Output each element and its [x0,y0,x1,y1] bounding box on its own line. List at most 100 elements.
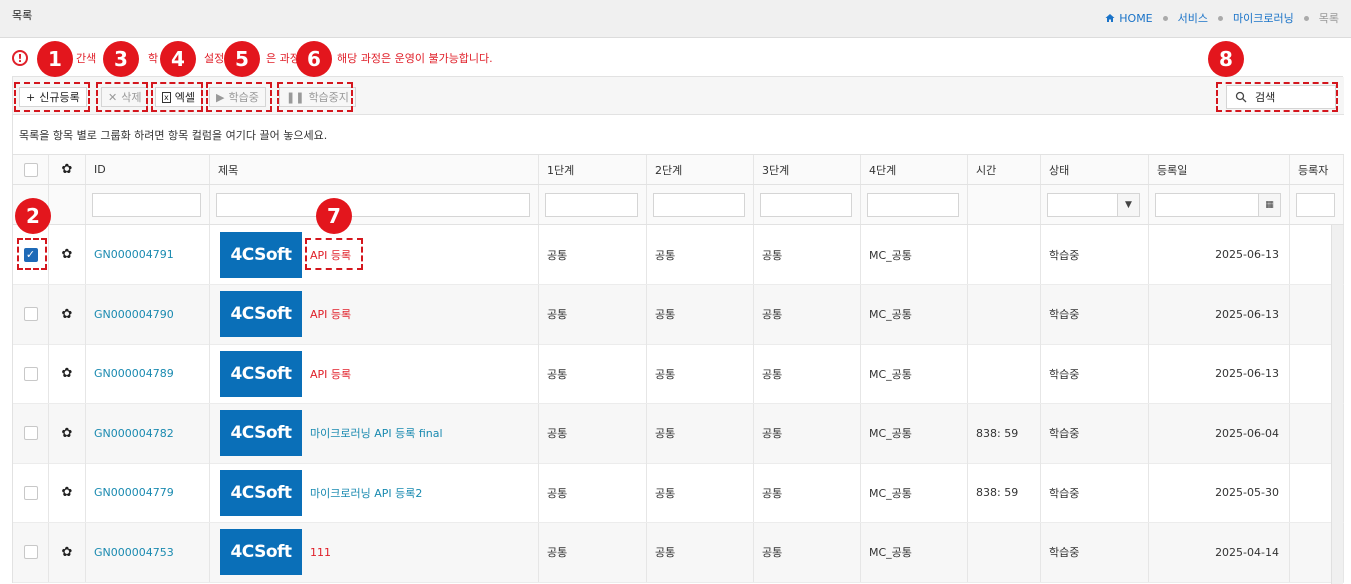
gear-icon[interactable]: ✿ [62,307,73,322]
table-row[interactable]: ✿ GN000004789 4CSoft API 등록 공통 공통 공통 MC_공통 학습중 20… [13,344,1344,404]
gear-icon[interactable]: ✿ [62,485,73,500]
thumbnail-image: 4CSoft [220,469,302,516]
row-checkbox[interactable] [23,545,38,559]
col-header-step4[interactable]: 4단계 [861,155,968,184]
marker-6: 6 [296,41,332,77]
col-header-step2[interactable]: 2단계 [647,155,754,184]
cell-status: 학습중 [1041,522,1149,582]
highlight-stop [277,82,353,112]
cell-s4: MC_공통 [861,284,968,344]
title-link[interactable]: 111 [310,546,331,559]
filter-id-input[interactable] [92,192,201,217]
table-row[interactable]: ✿ GN000004779 4CSoft 마이크로러닝 API 등록2 공통 공통 공통 MC… [13,463,1344,523]
highlight-delete [96,82,148,112]
filter-registrant-input[interactable] [1296,192,1335,217]
id-link[interactable]: GN000004789 [94,367,174,380]
col-header-status[interactable]: 상태 [1041,155,1149,184]
cell-status: 학습중 [1041,463,1149,522]
filter-step1-input[interactable] [545,192,638,217]
filter-step3 [754,185,861,224]
title-link[interactable]: 마이크로러닝 API 등록2 [310,485,422,501]
breadcrumb-microlearning[interactable]: 마이크로러닝 [1233,10,1294,26]
id-link[interactable]: GN000004790 [94,308,174,321]
row-settings-cell: ✿ [49,463,86,522]
thumbnail-image: 4CSoft [220,529,302,575]
row-select-cell [13,522,49,582]
select-all-checkbox[interactable] [23,162,38,177]
cell-date: 2025-06-13 [1149,344,1290,403]
col-header-step1[interactable]: 1단계 [539,155,647,184]
filter-step1 [539,185,647,224]
filter-step3-input[interactable] [760,192,852,217]
table-row[interactable]: ✓ ✿ GN000004791 4CSoft API 등록 공통 공통 공통 MC_공통 학습중 2… [13,225,1344,285]
gear-icon[interactable]: ✿ [62,545,73,560]
cell-date: 2025-05-30 [1149,463,1290,522]
cell-time [968,522,1041,582]
row-checkbox[interactable] [23,485,38,500]
table-row[interactable]: ✿ GN000004790 4CSoft API 등록 공통 공통 공통 MC_공통 학습중 20… [13,284,1344,345]
filter-status-select[interactable]: ▼ [1047,192,1140,217]
thumbnail-image: 4CSoft [220,350,302,397]
row-checkbox[interactable] [23,307,38,321]
cell-s4: MC_공통 [861,463,968,522]
filter-date-input[interactable]: ▦ [1155,192,1281,217]
cell-title: 4CSoft 마이크로러닝 API 등록 final [210,403,539,463]
breadcrumb-separator [1218,15,1224,21]
filter-empty [49,185,86,224]
cell-date: 2025-04-14 [1149,522,1290,582]
col-header-id[interactable]: ID [86,155,210,184]
cell-time: 838: 59 [968,403,1041,463]
breadcrumb-home[interactable]: HOME [1105,12,1153,25]
id-link[interactable]: GN000004753 [94,546,174,559]
notice: ! 간색 학 설정 은 과정 해당 과정은 운영이 불가능합니다. [12,50,493,66]
col-header-step3[interactable]: 3단계 [754,155,861,184]
col-header-title[interactable]: 제목 [210,155,539,184]
gear-icon[interactable]: ✿ [62,366,73,381]
cell-s2: 공통 [647,225,754,284]
row-checkbox[interactable] [23,366,38,381]
row-select-cell [13,463,49,522]
cell-id: GN000004791 [86,225,210,284]
gear-icon[interactable]: ✿ [62,162,73,177]
marker-1: 1 [37,41,73,77]
cell-time [968,284,1041,344]
cell-s1: 공통 [539,463,647,522]
vertical-scrollbar[interactable] [1331,225,1343,584]
col-header-registrant[interactable]: 등록자 [1290,155,1344,184]
row-checkbox[interactable] [23,426,38,440]
title-link[interactable]: API 등록 [310,306,351,322]
cell-s2: 공통 [647,463,754,522]
table-row[interactable]: ✿ GN000004782 4CSoft 마이크로러닝 API 등록 final 공통 공… [13,403,1344,464]
gear-icon[interactable]: ✿ [62,247,73,262]
header-select-all[interactable] [13,155,49,184]
table-row[interactable]: ✿ GN000004753 4CSoft 111 공통 공통 공통 MC_공통 학습중 2025-… [13,522,1344,583]
header-settings[interactable]: ✿ [49,155,86,184]
id-link[interactable]: GN000004791 [94,248,174,261]
cell-s1: 공통 [539,284,647,344]
cell-date: 2025-06-13 [1149,225,1290,284]
cell-s3: 공통 [754,284,861,344]
header-row: ✿ ID 제목 1단계 2단계 3단계 4단계 시간 상태 등록일 등록자 [13,155,1344,185]
cell-title: 4CSoft 마이크로러닝 API 등록2 [210,463,539,522]
gear-icon[interactable]: ✿ [62,426,73,441]
filter-registrant [1290,185,1344,224]
cell-id: GN000004753 [86,522,210,582]
cell-time: 838: 59 [968,463,1041,522]
cell-time [968,225,1041,284]
id-link[interactable]: GN000004779 [94,486,174,499]
col-header-date[interactable]: 등록일 [1149,155,1290,184]
marker-7: 7 [316,198,352,234]
filter-step2-input[interactable] [653,192,745,217]
breadcrumb-service[interactable]: 서비스 [1178,10,1208,26]
group-drop-zone[interactable]: 목록을 항목 별로 그룹화 하려면 항목 컬럼을 여기다 끌어 놓으세요. [13,115,1344,155]
title-link[interactable]: 마이크로러닝 API 등록 final [310,425,443,441]
chevron-down-icon[interactable]: ▼ [1117,193,1139,216]
filter-step4-input[interactable] [867,192,959,217]
cell-s4: MC_공통 [861,225,968,284]
filter-title-input[interactable] [216,192,530,217]
col-header-time[interactable]: 시간 [968,155,1041,184]
id-link[interactable]: GN000004782 [94,427,174,440]
data-grid: + 신규등록 ✕ 삭제 x 엑셀 ▶ 학습중 ❚❚ 학습중지 검색 목록을 항목… [12,76,1344,584]
calendar-icon[interactable]: ▦ [1258,193,1280,216]
title-link[interactable]: API 등록 [310,366,351,382]
